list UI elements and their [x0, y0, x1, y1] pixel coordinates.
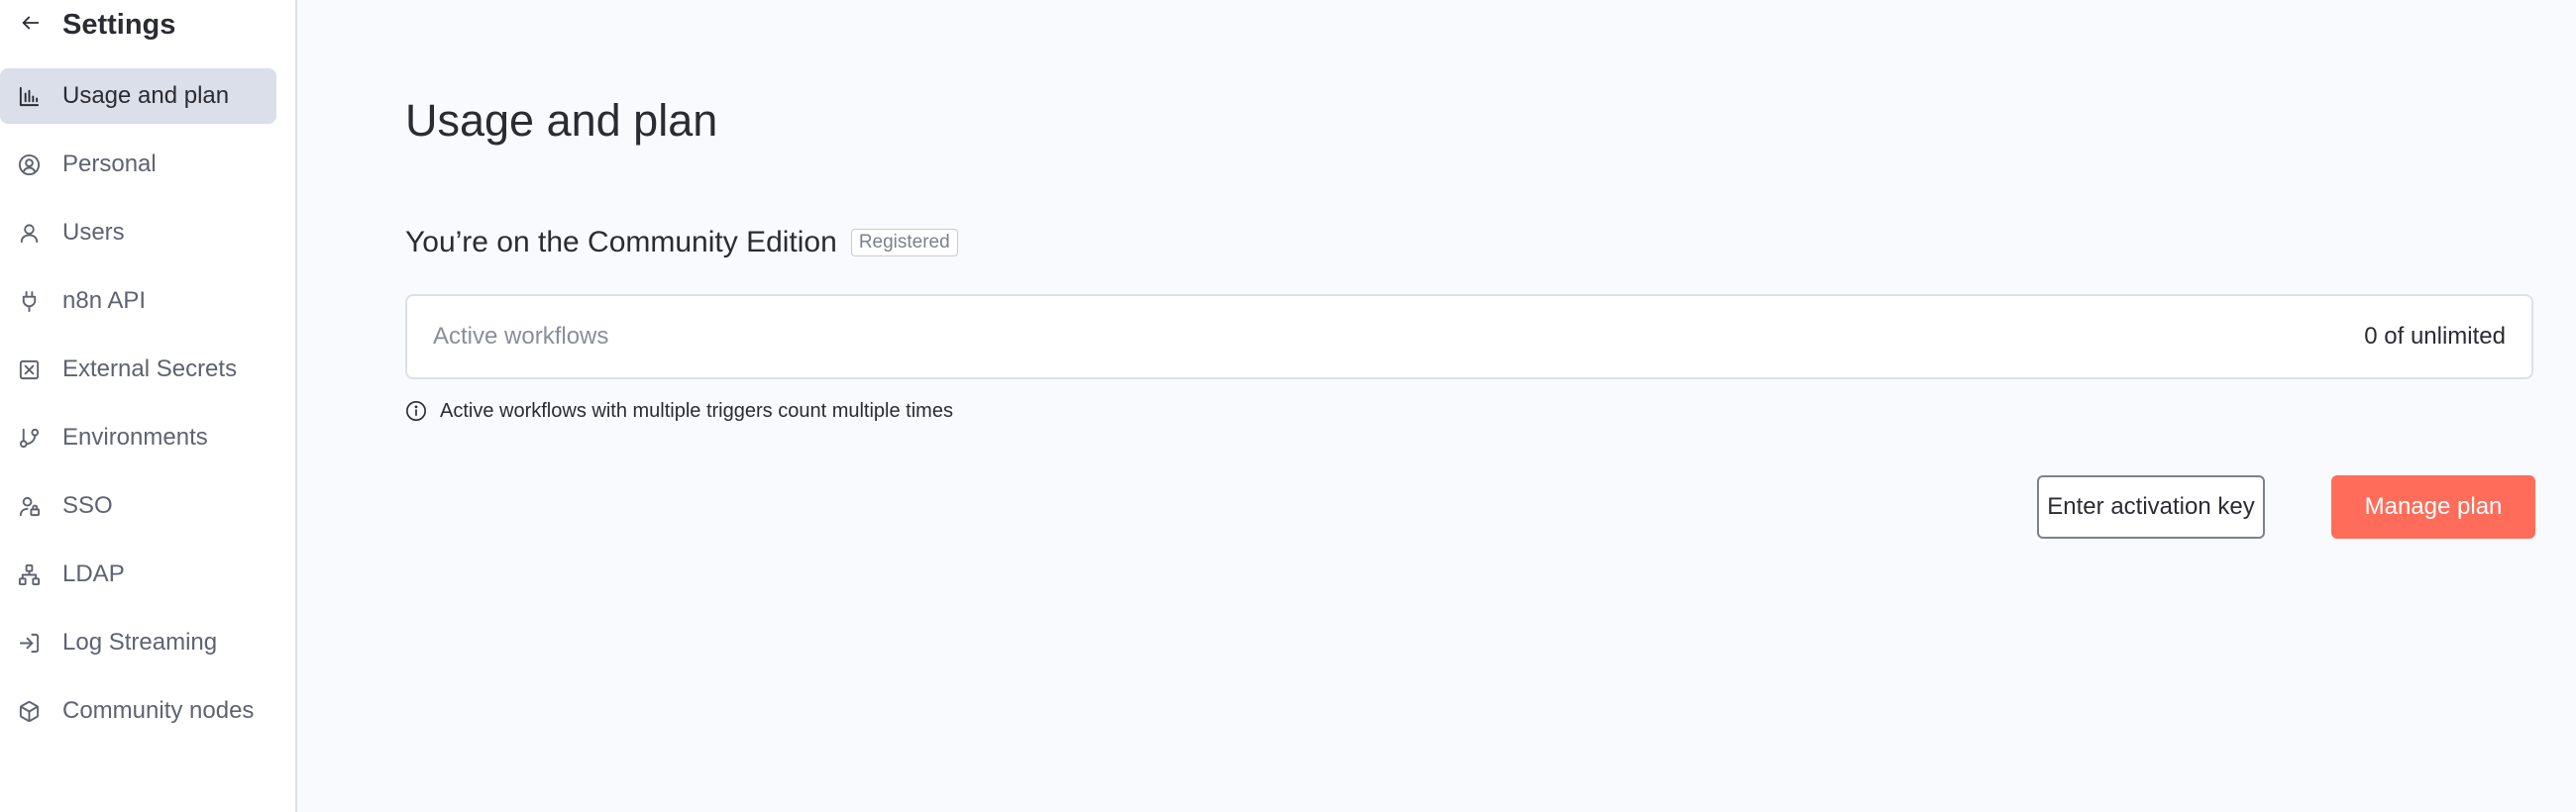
sidebar-item-ldap[interactable]: LDAP: [0, 547, 276, 602]
info-text: Active workflows with multiple triggers …: [440, 400, 953, 422]
sidebar-item-label: n8n API: [62, 287, 147, 314]
settings-sidebar: Settings Usage and plan Personal Users n…: [0, 0, 297, 812]
sidebar-item-label: Usage and plan: [62, 82, 230, 109]
sidebar-item-external-secrets[interactable]: External Secrets: [0, 342, 276, 397]
edition-heading: You’re on the Community Edition: [405, 226, 837, 258]
sidebar-item-personal[interactable]: Personal: [0, 137, 276, 192]
sidebar-item-label: External Secrets: [62, 355, 238, 382]
plug-icon: [18, 290, 41, 313]
status-badge: Registered: [850, 229, 958, 256]
git-branch-icon: [18, 427, 41, 450]
user-icon: [18, 222, 41, 245]
usage-card: Active workflows 0 of unlimited: [405, 294, 2533, 379]
info-circle-icon: [405, 400, 427, 422]
settings-nav: Usage and plan Personal Users n8n API Ex…: [0, 68, 295, 752]
sidebar-item-environments[interactable]: Environments: [0, 410, 276, 465]
sidebar-item-n8n-api[interactable]: n8n API: [0, 273, 276, 329]
sign-in-icon: [18, 632, 41, 655]
sidebar-item-label: Personal: [62, 151, 157, 177]
arrow-left-icon[interactable]: [20, 12, 42, 34]
sidebar-item-log-streaming[interactable]: Log Streaming: [0, 615, 276, 670]
sidebar-item-label: Environments: [62, 424, 208, 451]
bar-chart-icon: [18, 85, 41, 108]
manage-plan-button[interactable]: Manage plan: [2331, 475, 2535, 539]
sidebar-item-community-nodes[interactable]: Community nodes: [0, 683, 276, 739]
enter-activation-key-button[interactable]: Enter activation key: [2037, 475, 2265, 539]
info-note: Active workflows with multiple triggers …: [405, 397, 953, 425]
sidebar-header: Settings: [0, 0, 295, 51]
sidebar-item-label: Community nodes: [62, 697, 255, 724]
sidebar-title: Settings: [62, 9, 176, 41]
usage-value: 0 of unlimited: [2364, 323, 2506, 350]
user-lock-icon: [18, 495, 41, 518]
network-icon: [18, 563, 41, 586]
sidebar-item-sso[interactable]: SSO: [0, 478, 276, 534]
sidebar-item-label: Users: [62, 219, 125, 246]
edition-row: You’re on the Community Edition Register…: [405, 225, 958, 260]
sidebar-item-usage-and-plan[interactable]: Usage and plan: [0, 68, 276, 124]
app-window: Settings Usage and plan Personal Users n…: [0, 0, 2576, 812]
sidebar-item-label: SSO: [62, 492, 113, 519]
cube-icon: [18, 700, 41, 723]
main-content: Usage and plan You’re on the Community E…: [297, 0, 2576, 812]
sidebar-item-users[interactable]: Users: [0, 205, 276, 260]
page-title: Usage and plan: [405, 95, 718, 146]
vault-icon: [18, 358, 41, 381]
sidebar-item-label: LDAP: [62, 560, 125, 587]
usage-label: Active workflows: [433, 323, 609, 350]
sidebar-item-label: Log Streaming: [62, 629, 218, 656]
user-circle-icon: [18, 153, 41, 176]
